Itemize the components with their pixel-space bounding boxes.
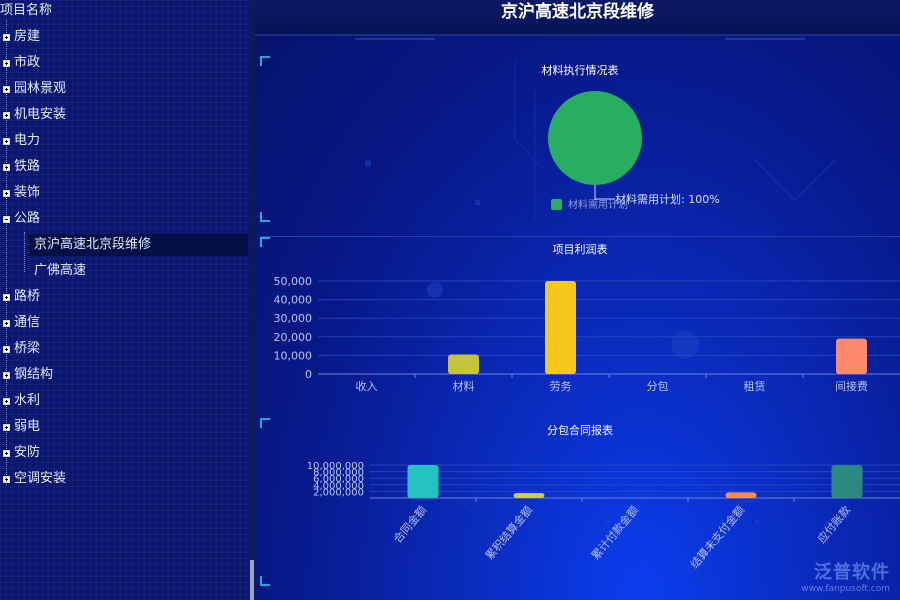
watermark-name: 泛普软件	[814, 562, 890, 583]
tree-scrollbar[interactable]	[250, 560, 254, 600]
pie-label-line	[594, 185, 615, 200]
page-title: 京沪高速北京段维修	[501, 2, 654, 22]
x-tick-label: 累计付款金额	[588, 503, 641, 563]
tree-node[interactable]: 通信	[0, 312, 40, 334]
expand-icon[interactable]	[3, 397, 10, 405]
y-tick-label: 40,000	[274, 294, 313, 307]
tree-node[interactable]: 路桥	[0, 286, 40, 308]
tree-node[interactable]: 钢结构	[0, 364, 53, 386]
project-tree: 项目名称 房建市政园林景观机电安装电力铁路装饰公路京沪高速北京段维修 广佛高速路桥…	[0, 0, 250, 600]
tree-node-label: 水利	[14, 393, 41, 408]
tree-node-label: 通信	[14, 315, 41, 330]
tree-node[interactable]: 装饰	[0, 182, 40, 204]
expand-icon[interactable]	[3, 293, 10, 301]
tree-node[interactable]: 公路	[0, 208, 40, 230]
y-tick-label: 30,000	[274, 312, 313, 325]
tree-node-label: 房建	[14, 29, 41, 44]
tree-node[interactable]: 弱电	[0, 416, 40, 438]
bar	[831, 465, 863, 498]
expand-icon[interactable]	[3, 111, 10, 119]
bar	[545, 281, 576, 374]
tree-node-label: 广佛高速	[34, 263, 87, 278]
tree-node[interactable]: 安防	[0, 442, 40, 464]
tree-child-node[interactable]: 广佛高速	[28, 260, 86, 282]
y-tick-label: 0	[305, 368, 312, 381]
x-tick-label: 分包	[647, 380, 669, 393]
tree-header: 项目名称	[0, 3, 53, 18]
legend-label: 材料需用计划	[568, 198, 628, 211]
x-tick-label: 劳务	[550, 380, 572, 393]
bar	[725, 492, 757, 498]
y-tick-label: 20,000	[274, 331, 313, 344]
expand-icon[interactable]	[3, 475, 10, 483]
collapse-icon[interactable]	[3, 215, 10, 223]
pie-chart: 材料需用计划: 100%材料需用计划	[548, 91, 720, 211]
tree-node-label: 市政	[14, 55, 41, 70]
expand-icon[interactable]	[3, 319, 10, 327]
tree-node-label: 弱电	[14, 419, 41, 434]
expand-icon[interactable]	[3, 137, 10, 145]
expand-icon[interactable]	[3, 189, 10, 197]
tree-node[interactable]: 电力	[0, 130, 40, 152]
expand-icon[interactable]	[3, 163, 10, 171]
x-tick-label: 应付账款	[814, 503, 853, 546]
pie-data-label: 材料需用计划: 100%	[615, 192, 720, 206]
tree-node-label: 桥梁	[14, 341, 41, 356]
tree-node[interactable]: 空调安装	[0, 468, 66, 490]
bar	[836, 338, 867, 374]
pie-slice	[548, 91, 642, 185]
x-tick-label: 间接费	[835, 380, 868, 393]
profit-bar-chart: 0 10,000 20,000 30,000 40,000 50,000 收入 材料 劳务 分包 租…	[274, 275, 900, 393]
tree-node-label: 空调安装	[14, 471, 67, 486]
tree-node-label: 园林景观	[14, 81, 67, 96]
bar	[513, 493, 545, 498]
watermark-url: www.fanpusoft.com	[801, 584, 890, 594]
tree-node[interactable]: 桥梁	[0, 338, 40, 360]
x-tick-label: 结算未支付金额	[687, 503, 747, 571]
tree-node-label: 京沪高速北京段维修	[34, 237, 152, 252]
tree-node-label: 路桥	[14, 289, 41, 304]
bar	[448, 354, 479, 374]
brand-watermark: 泛普软件 www.fanpusoft.com	[801, 558, 890, 594]
x-tick-label: 累积结算金额	[482, 503, 535, 563]
x-tick-label: 收入	[356, 379, 378, 393]
y-tick-label: 10,000	[274, 349, 313, 362]
tree-node[interactable]: 水利	[0, 390, 40, 412]
expand-icon[interactable]	[3, 371, 10, 379]
tree-child-guide-line	[24, 232, 25, 272]
title-bar: 京沪高速北京段维修	[255, 0, 900, 36]
tree-node-label: 装饰	[14, 185, 41, 200]
expand-icon[interactable]	[3, 423, 10, 431]
expand-icon[interactable]	[3, 85, 10, 93]
bar	[407, 465, 439, 498]
tree-node-label: 铁路	[14, 159, 41, 174]
tree-node-label: 安防	[14, 445, 41, 460]
expand-icon[interactable]	[3, 449, 10, 457]
tree-node-label: 电力	[14, 133, 41, 148]
tree-node-label: 钢结构	[14, 367, 54, 382]
tree-node[interactable]: 铁路	[0, 156, 40, 178]
profit-panel: 项目利润表 0 10,000 20,000 30,000 40,000 50,000 收入材…	[260, 237, 900, 407]
expand-icon[interactable]	[3, 33, 10, 41]
material-panel: 材料执行情况表 材料需用计划: 100% 材料需用计划	[260, 56, 900, 222]
tree-node[interactable]: 园林景观	[0, 78, 66, 100]
x-tick-label: 材料	[453, 379, 475, 393]
expand-icon[interactable]	[3, 59, 10, 67]
x-tick-label: 租赁	[744, 379, 766, 393]
tree-node[interactable]: 机电安装	[0, 104, 66, 126]
y-tick-label: 10,000,000	[307, 461, 364, 472]
tree-node-label: 机电安装	[14, 107, 67, 122]
expand-icon[interactable]	[3, 345, 10, 353]
x-tick-label: 合同金额	[390, 503, 429, 546]
y-tick-label: 50,000	[274, 275, 313, 288]
tree-child-node[interactable]: 京沪高速北京段维修	[28, 234, 248, 256]
dashboard: 京沪高速北京段维修 材料执行情况表 材料需用计划: 100% 材料需用计划 项目利…	[255, 0, 900, 600]
tree-node-label: 公路	[14, 211, 41, 226]
title-decoration-right	[725, 32, 805, 40]
title-decoration-left	[355, 32, 435, 40]
tree-node[interactable]: 房建	[0, 26, 40, 48]
tree-node[interactable]: 市政	[0, 52, 40, 74]
legend-swatch	[551, 199, 562, 210]
